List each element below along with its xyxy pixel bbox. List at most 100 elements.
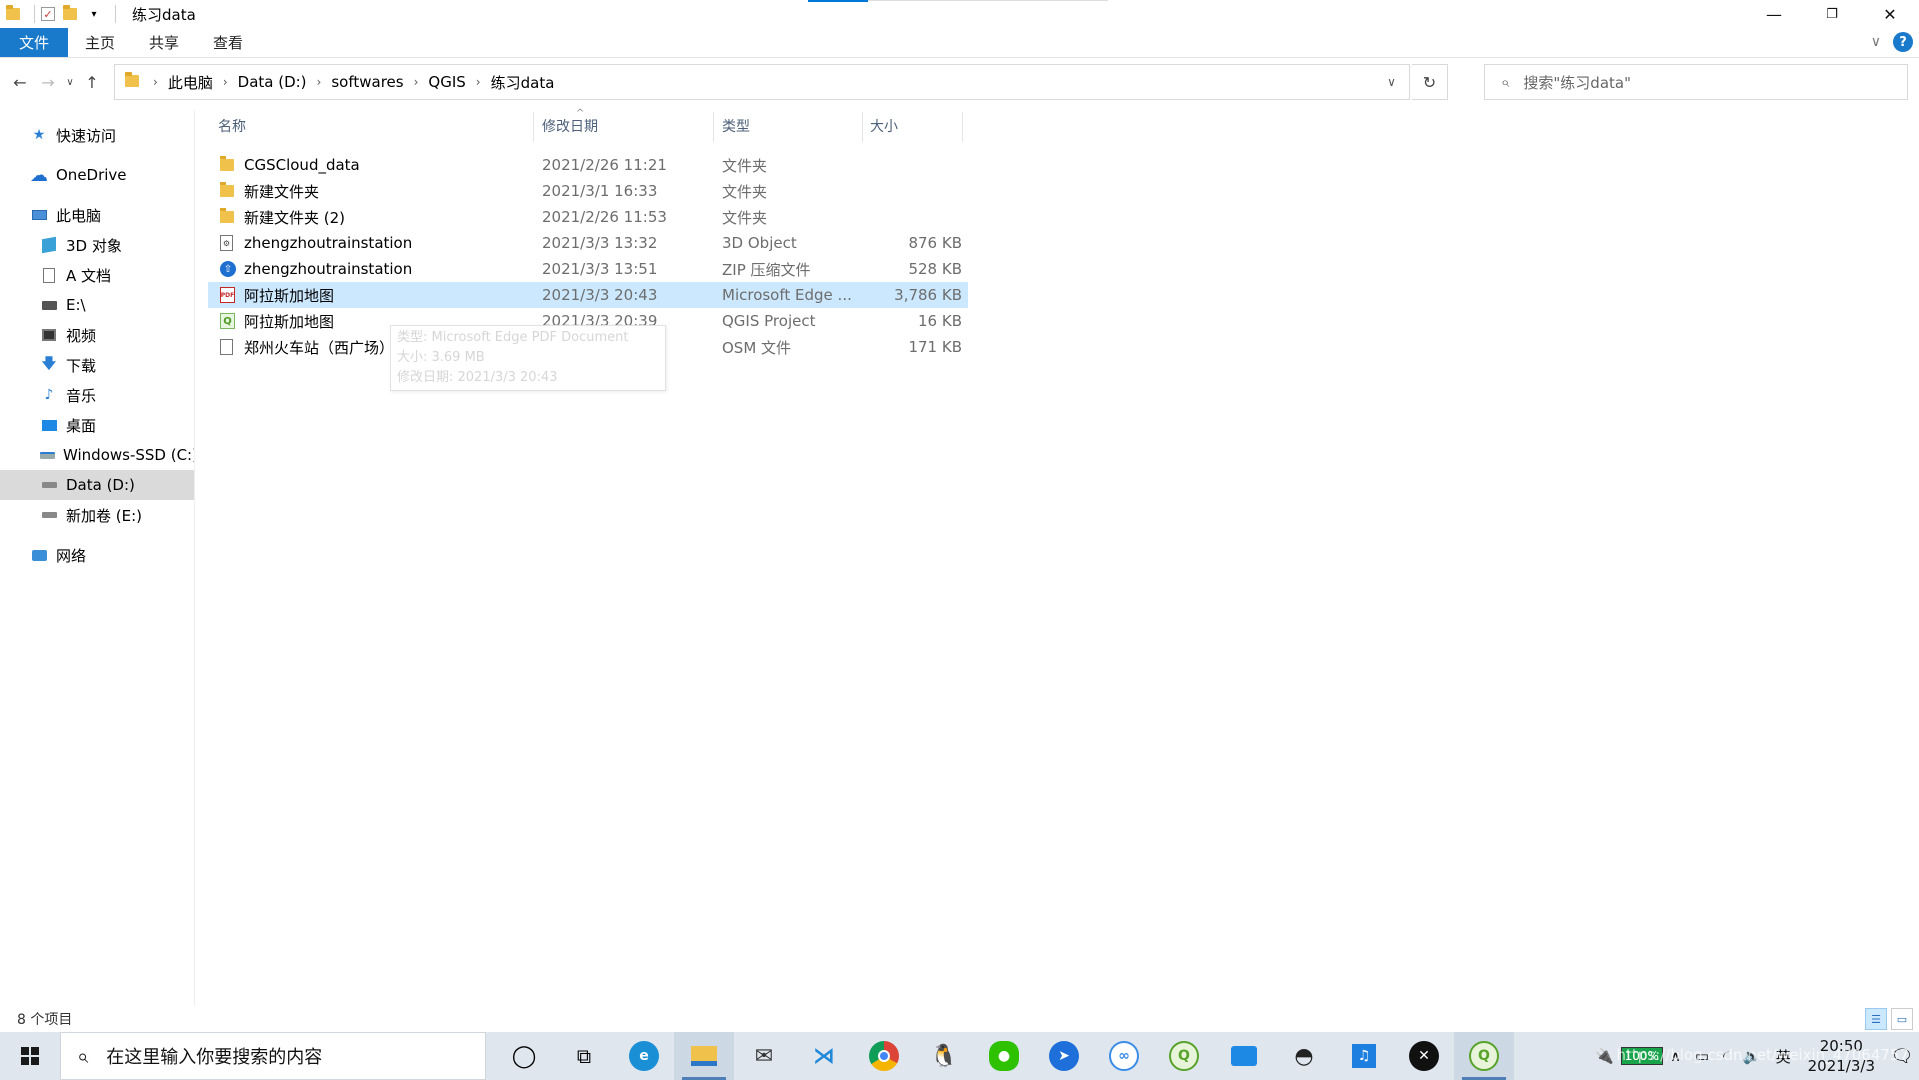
cortana-icon[interactable]: ◯ [494,1032,554,1080]
file-date: 2021/3/3 20:43 [542,286,658,304]
photos-icon[interactable] [1214,1032,1274,1080]
chevron-right-icon[interactable]: › [317,75,322,89]
qgis-icon[interactable]: Q [1154,1032,1214,1080]
sidebar-item-label: 下载 [66,356,97,375]
chevron-right-icon[interactable]: › [153,75,158,89]
sidebar-item-network[interactable]: 网络 [0,540,194,570]
document-icon [40,266,58,284]
search-input[interactable]: ⌕ 搜索"练习data" [1484,64,1908,100]
table-row[interactable]: CGSCloud_data 2021/2/26 11:21 文件夹 [208,152,968,178]
file-type: QGIS Project [722,312,816,330]
chevron-right-icon[interactable]: › [476,75,481,89]
up-button[interactable]: ↑ [78,73,106,92]
sidebar-item-e-drive[interactable]: E:\ [0,290,194,320]
ime-indicator[interactable]: 英 [1776,1046,1791,1067]
minimize-button[interactable]: — [1745,0,1803,28]
breadcrumb-this-pc[interactable]: 此电脑 [168,72,213,93]
back-button[interactable]: ← [6,73,34,92]
large-icons-view-icon[interactable]: ▭ [1891,1008,1913,1030]
properties-icon[interactable]: ✓ [41,7,55,21]
baidu-netdisk-icon[interactable]: ∞ [1094,1032,1154,1080]
sidebar-item-d-drive[interactable]: Data (D:) [0,470,194,500]
mail-icon[interactable]: ✉ [734,1032,794,1080]
edge-browser-icon[interactable]: e [614,1032,674,1080]
qgis-running-icon[interactable]: Q [1454,1032,1514,1080]
file-name: 新建文件夹 [244,182,320,201]
column-header-name[interactable]: 名称 [218,110,530,142]
expand-ribbon-icon[interactable]: ∨ [1871,34,1881,50]
tab-file[interactable]: 文件 [0,28,68,57]
column-header-type[interactable]: 类型 [722,110,852,142]
refresh-button[interactable]: ↻ [1412,64,1448,100]
breadcrumb-softwares[interactable]: softwares [331,73,403,91]
details-view-icon[interactable]: ☰ [1865,1008,1887,1030]
maximize-button[interactable]: ❐ [1803,0,1861,28]
breadcrumb-current[interactable]: 练习data [491,72,555,93]
address-history-dropdown[interactable]: ∨ [1373,65,1409,99]
table-row[interactable]: ⚙ zhengzhoutrainstation 2021/3/3 13:32 3D… [208,230,968,256]
feishu-icon[interactable]: ➤ [1034,1032,1094,1080]
vscode-icon[interactable]: ⋊ [794,1032,854,1080]
chrome-icon[interactable] [854,1032,914,1080]
column-header-size[interactable]: 大小 [870,110,960,142]
task-view-icon[interactable]: ⧉ [554,1032,614,1080]
sidebar-item-this-pc[interactable]: 此电脑 [0,200,194,230]
clock[interactable]: 20:50 2021/3/3 [1808,1036,1875,1076]
sidebar-item-quick-access[interactable]: ★ 快速访问 [0,120,194,150]
chevron-right-icon[interactable]: › [223,75,228,89]
forward-button[interactable]: → [34,73,62,92]
sidebar-item-new-volume[interactable]: 新加卷 (E:) [0,500,194,530]
window-title: 练习data [132,5,196,24]
chevron-up-icon[interactable]: ∧ [1670,1047,1681,1065]
taskbar-search-input[interactable]: ⌕ 在这里输入你要搜索的内容 [60,1032,486,1080]
address-bar[interactable]: › 此电脑 › Data (D:) › softwares › QGIS › 练… [114,64,1410,100]
wifi-icon[interactable]: ◜ [1723,1047,1729,1065]
notification-center-icon[interactable]: 🗨 [1885,1032,1919,1080]
start-button[interactable] [0,1032,60,1080]
table-row[interactable]: PDF 阿拉斯加地图 2021/3/3 20:43 Microsoft Edge … [208,282,968,308]
file-explorer-icon[interactable] [674,1032,734,1080]
breadcrumb-qgis[interactable]: QGIS [428,73,465,91]
sidebar-item-documents[interactable]: A 文档 [0,260,194,290]
tab-share[interactable]: 共享 [132,28,196,57]
tab-home[interactable]: 主页 [68,28,132,57]
sidebar-item-onedrive[interactable]: ☁ OneDrive [0,160,194,190]
ribbon-tabs: 文件 主页 共享 查看 ∨ ? [0,28,1919,58]
tooltip-type: 类型: Microsoft Edge PDF Document [397,330,629,345]
new-folder-icon[interactable] [61,5,79,23]
table-row[interactable]: 新建文件夹 (2) 2021/2/26 11:53 文件夹 [208,204,968,230]
column-header-date[interactable]: 修改日期 [542,110,712,142]
item-count: 8 个项目 [17,1012,73,1028]
sidebar-item-downloads[interactable]: 🡇 下载 [0,350,194,380]
battery-indicator[interactable]: 100% [1620,1047,1663,1065]
breadcrumb: › 此电脑 › Data (D:) › softwares › QGIS › 练… [153,72,554,93]
sidebar-item-3d-objects[interactable]: 3D 对象 [0,230,194,260]
sidebar-item-videos[interactable]: 视频 [0,320,194,350]
power-plug-icon[interactable]: 🔌 [1595,1047,1614,1065]
network-adapter-icon[interactable]: ▭ [1695,1047,1709,1065]
column-divider[interactable] [533,112,534,142]
close-button[interactable]: ✕ [1861,0,1919,28]
column-divider[interactable] [862,112,863,142]
sidebar-item-c-drive[interactable]: Windows-SSD (C:) [0,440,194,470]
sidebar-item-desktop[interactable]: 桌面 [0,410,194,440]
breadcrumb-data-d[interactable]: Data (D:) [238,73,307,91]
customize-qat-icon[interactable]: ▾ [85,5,103,23]
game-controller-icon[interactable]: ◓ [1274,1032,1334,1080]
music-app-icon[interactable]: ♫ [1334,1032,1394,1080]
table-row[interactable]: ⇧ zhengzhoutrainstation 2021/3/3 13:51 ZI… [208,256,968,282]
help-icon[interactable]: ? [1893,32,1913,52]
volume-icon[interactable]: 🔈 [1743,1047,1762,1065]
file-name: 阿拉斯加地图 [244,312,335,331]
qq-icon[interactable]: 🐧 [914,1032,974,1080]
recent-locations-button[interactable]: ∨ [62,77,78,88]
wechat-icon[interactable]: ● [974,1032,1034,1080]
xbox-icon[interactable]: ✕ [1394,1032,1454,1080]
star-icon: ★ [32,127,46,143]
sidebar-item-music[interactable]: ♪ 音乐 [0,380,194,410]
column-divider[interactable] [962,112,963,142]
tab-view[interactable]: 查看 [196,28,260,57]
table-row[interactable]: 新建文件夹 2021/3/1 16:33 文件夹 [208,178,968,204]
chevron-right-icon[interactable]: › [414,75,419,89]
column-divider[interactable] [713,112,714,142]
